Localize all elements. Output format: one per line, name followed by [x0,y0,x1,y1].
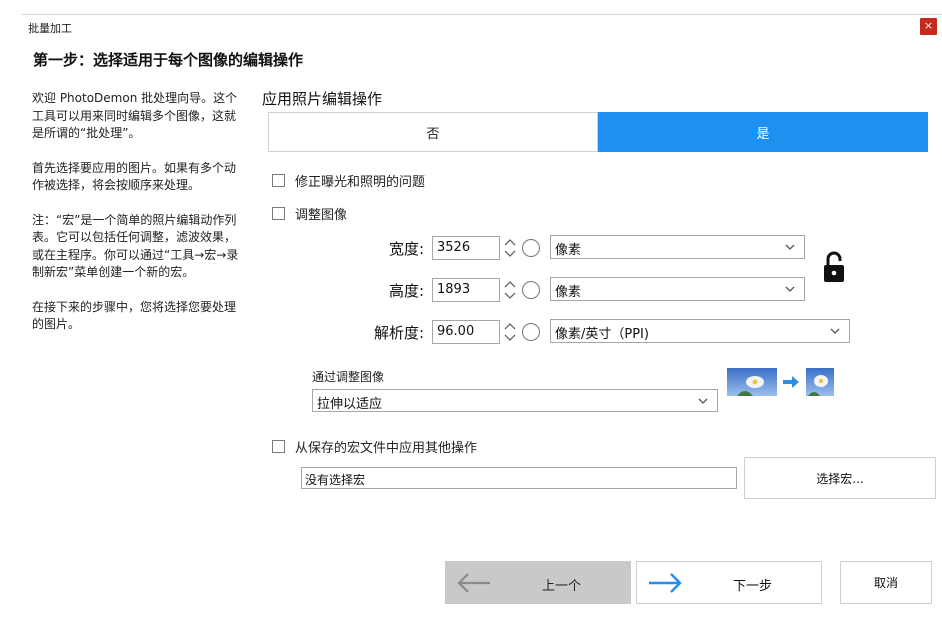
unlocked-lock-icon[interactable] [821,250,847,284]
toggle-no-button[interactable]: 否 [268,112,598,152]
next-button[interactable]: 下一步 [636,561,822,604]
height-reset-icon[interactable] [522,281,540,299]
arrow-right-icon [649,573,682,593]
resolution-unit-dropdown[interactable]: 像素/英寸（PPI) [550,319,850,343]
width-reset-icon[interactable] [522,239,540,257]
step-title: 第一步：选择适用于每个图像的编辑操作 [33,51,304,69]
resolution-label: 解析度: [373,324,424,342]
resize-preview-after-image [806,368,834,400]
section-title: 应用照片编辑操作 [262,90,383,108]
window-title: 批量加工 [28,22,72,35]
description-paragraph: 首先选择要应用的图片。如果有多个动作被选择，将会按顺序来处理。 [32,160,237,193]
cancel-button[interactable]: 取消 [840,561,932,604]
height-label: 高度: [388,282,424,300]
width-label: 宽度: [388,240,424,258]
chevron-down-icon [785,286,795,292]
exposure-label: 修正曝光和照明的问题 [295,175,426,190]
resolution-input[interactable]: 96.00 [432,320,500,344]
exposure-option[interactable]: 修正曝光和照明的问题 [272,171,425,190]
macro-checkbox[interactable] [272,440,285,453]
description-paragraph: 欢迎 PhotoDemon 批处理向导。这个工具可以用来同时编辑多个图像，这就是… [32,91,238,140]
previous-label: 上一个 [542,579,582,594]
macro-label: 从保存的宏文件中应用其他操作 [295,441,478,456]
height-spinner[interactable] [502,278,518,302]
resolution-unit-value: 像素/英寸（PPI) [555,327,649,342]
chevron-down-icon [698,398,708,404]
resize-option[interactable]: 调整图像 [272,204,347,223]
resize-mode-label: 通过调整图像 [312,370,385,384]
resize-label: 调整图像 [295,208,348,223]
close-button[interactable]: × [920,18,937,35]
apply-edits-toggle: 否 是 [268,112,928,152]
chevron-down-icon [830,328,840,334]
height-unit-value: 像素 [555,285,582,300]
resolution-reset-icon[interactable] [522,323,540,341]
macro-path-field[interactable]: 没有选择宏 [301,467,737,489]
arrow-left-icon [457,573,490,593]
macro-option[interactable]: 从保存的宏文件中应用其他操作 [272,437,477,456]
height-input[interactable]: 1893 [432,278,500,302]
width-unit-value: 像素 [555,243,582,258]
height-unit-dropdown[interactable]: 像素 [550,277,805,301]
title-bar: 批量加工 × [22,14,942,38]
chevron-down-icon [785,244,795,250]
description-paragraph: 注：“宏”是一个简单的照片编辑动作列表。它可以包括任何调整，滤波效果，或在主程序… [32,212,239,280]
description-paragraph: 在接下来的步骤中，您将选择您要处理的图片。 [32,299,237,332]
width-unit-dropdown[interactable]: 像素 [550,235,805,259]
resize-preview-before-image [727,368,777,400]
resize-mode-value: 拉伸以适应 [317,397,383,412]
resolution-spinner[interactable] [502,320,518,344]
previous-button[interactable]: 上一个 [445,561,631,604]
resize-mode-dropdown[interactable]: 拉伸以适应 [312,389,718,412]
resize-checkbox[interactable] [272,207,285,220]
next-label: 下一步 [733,579,773,594]
arrow-right-icon [782,374,800,394]
width-input[interactable]: 3526 [432,236,500,260]
select-macro-button[interactable]: 选择宏... [744,457,936,499]
width-spinner[interactable] [502,236,518,260]
toggle-yes-button[interactable]: 是 [598,112,928,152]
wizard-description: 欢迎 PhotoDemon 批处理向导。这个工具可以用来同时编辑多个图像，这就是… [32,90,244,351]
exposure-checkbox[interactable] [272,174,285,187]
